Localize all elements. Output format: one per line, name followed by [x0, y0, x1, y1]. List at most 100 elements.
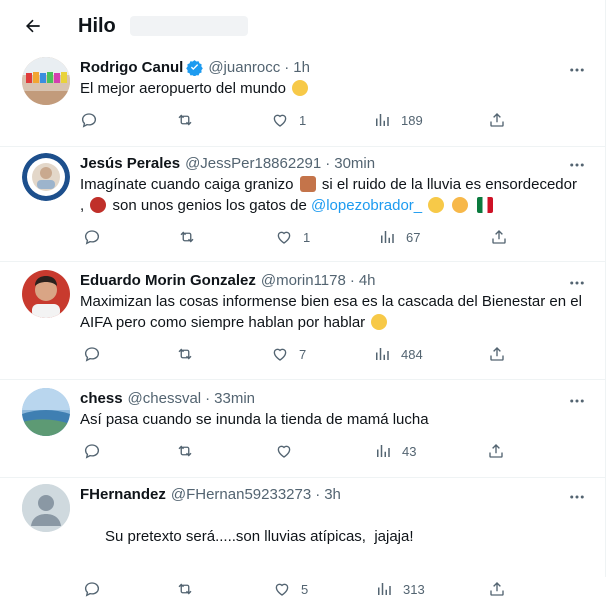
colorful-letters-avatar-icon	[22, 57, 70, 105]
tweet-header: Eduardo Morin Gonzalez @morin1178 · 4h	[80, 262, 589, 289]
more-options-button[interactable]	[567, 60, 587, 80]
author-handle[interactable]: @juanrocc	[208, 59, 280, 76]
tweet[interactable]: Rodrigo Canul @juanrocc · 1h El mejor ae…	[0, 52, 605, 147]
author-name[interactable]: Eduardo Morin Gonzalez	[80, 272, 256, 289]
like-button[interactable]: 7	[271, 345, 306, 363]
author-handle[interactable]: @morin1178	[261, 272, 346, 289]
share-button[interactable]	[488, 580, 506, 598]
reply-button[interactable]	[80, 111, 98, 129]
tweet-text: Maximizan las cosas informense bien esa …	[80, 291, 589, 333]
tweet-text-part: son unos genios los gatos de	[112, 197, 307, 214]
reply-button[interactable]	[83, 228, 101, 246]
header: Hilo	[0, 0, 605, 52]
ogre-emoji-icon	[90, 197, 107, 213]
views-button[interactable]: 43	[374, 442, 416, 460]
tweet[interactable]: chess @chessval · 33min Así pasa cuando …	[0, 380, 605, 478]
views-button[interactable]: 313	[375, 580, 425, 598]
timestamp[interactable]: 4h	[359, 272, 376, 289]
tweet-actions: 43	[80, 442, 589, 462]
share-button[interactable]	[490, 228, 508, 246]
reply-button[interactable]	[83, 442, 101, 460]
person-avatar-icon	[22, 270, 70, 318]
house-emoji-icon	[299, 176, 316, 192]
like-count: 5	[301, 581, 309, 597]
author-handle[interactable]: @FHernan59233273	[171, 486, 311, 503]
author-name[interactable]: chess	[80, 390, 123, 407]
share-button[interactable]	[488, 345, 506, 363]
views-count: 43	[402, 443, 417, 459]
views-button[interactable]: 189	[373, 111, 423, 129]
tweet[interactable]: Eduardo Morin Gonzalez @morin1178 · 4h M…	[0, 262, 605, 380]
tweet[interactable]: Jesús Perales @JessPer18862291 · 30min I…	[0, 147, 605, 262]
reply-button[interactable]	[83, 345, 101, 363]
views-count: 189	[401, 112, 423, 128]
author-handle[interactable]: @chessval	[128, 390, 202, 407]
views-button[interactable]: 67	[378, 228, 420, 246]
author-name[interactable]: Jesús Perales	[80, 155, 180, 172]
avatar[interactable]	[22, 484, 70, 532]
timestamp[interactable]: 33min	[214, 390, 255, 407]
author-name[interactable]: Rodrigo Canul	[80, 59, 183, 76]
yum-face-emoji-icon	[371, 314, 388, 330]
page-title: Hilo	[78, 14, 116, 37]
mexico-flag-emoji-icon	[476, 197, 493, 213]
tweet-header: Jesús Perales @JessPer18862291 · 30min	[80, 147, 589, 172]
heart-icon	[275, 583, 289, 596]
like-count: 1	[299, 112, 307, 128]
like-button[interactable]: 5	[273, 580, 308, 598]
heart-icon	[277, 231, 291, 244]
more-dots-icon	[570, 68, 584, 72]
more-options-button[interactable]	[567, 273, 587, 293]
heart-icon	[277, 445, 291, 458]
avatar[interactable]	[22, 388, 70, 436]
tweet-header: FHernandez @FHernan59233273 · 3h	[80, 478, 589, 503]
grinning-squinting-emoji-icon	[428, 197, 445, 213]
share-button[interactable]	[487, 442, 505, 460]
retweet-button[interactable]	[176, 111, 194, 129]
author-name[interactable]: FHernandez	[80, 486, 166, 503]
more-options-button[interactable]	[567, 487, 587, 507]
more-options-button[interactable]	[567, 155, 587, 175]
like-count: 7	[299, 346, 307, 362]
like-button[interactable]: 1	[275, 228, 310, 246]
retweet-button[interactable]	[178, 228, 196, 246]
avatar[interactable]	[22, 57, 70, 105]
blurred-region	[129, 16, 248, 36]
reply-icon	[84, 582, 100, 597]
views-button[interactable]: 484	[373, 345, 423, 363]
mention-link[interactable]: @lopezobrador_	[311, 197, 422, 214]
tweet-text-part: Imagínate cuando caiga granizo	[80, 176, 294, 193]
retweet-icon	[178, 348, 192, 360]
avatar[interactable]	[22, 270, 70, 318]
heart-icon	[273, 114, 287, 127]
author-handle[interactable]: @JessPer18862291	[185, 155, 321, 172]
avatar[interactable]	[22, 153, 70, 201]
views-chart-icon	[378, 583, 391, 595]
back-button[interactable]	[22, 15, 44, 37]
retweet-button[interactable]	[176, 345, 194, 363]
thread-page: Hilo Rodrigo Canul @juanrocc · 1h El mej…	[0, 0, 606, 597]
views-chart-icon	[377, 445, 390, 457]
timestamp[interactable]: 1h	[293, 59, 310, 76]
views-count: 484	[401, 346, 423, 362]
retweet-icon	[178, 114, 192, 126]
tweet-actions: 1 67	[80, 228, 589, 248]
more-dots-icon	[570, 163, 584, 167]
share-icon	[490, 113, 504, 127]
timestamp[interactable]: 30min	[334, 155, 375, 172]
arrow-left-icon	[26, 19, 40, 33]
more-options-button[interactable]	[567, 391, 587, 411]
retweet-icon	[178, 445, 192, 457]
heart-icon	[273, 348, 287, 361]
timestamp[interactable]: 3h	[324, 486, 341, 503]
reply-button[interactable]	[83, 580, 101, 598]
like-button[interactable]	[275, 442, 303, 460]
share-button[interactable]	[488, 111, 506, 129]
tweet-header: Rodrigo Canul @juanrocc · 1h	[80, 52, 589, 76]
tweet[interactable]: FHernandez @FHernan59233273 · 3h Su pret…	[0, 478, 605, 597]
retweet-button[interactable]	[176, 442, 194, 460]
verified-badge-icon	[186, 60, 204, 76]
retweet-button[interactable]	[176, 580, 194, 598]
like-button[interactable]: 1	[271, 111, 306, 129]
views-count: 67	[406, 229, 421, 245]
